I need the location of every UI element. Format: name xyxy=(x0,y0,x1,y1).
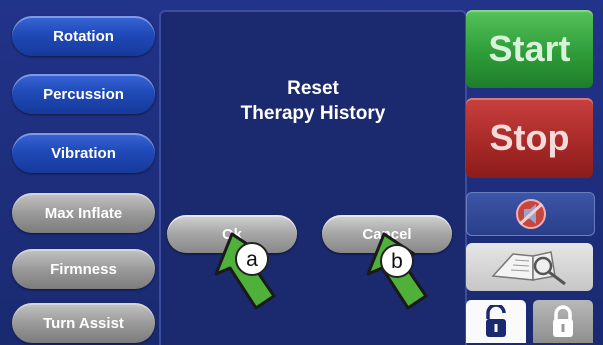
callout-b-letter: b xyxy=(391,249,403,273)
unlock-button[interactable] xyxy=(466,300,526,343)
rotation-button[interactable]: Rotation xyxy=(12,16,155,56)
stop-label: Stop xyxy=(489,117,570,158)
turn-assist-label: Turn Assist xyxy=(43,314,124,332)
stop-button[interactable]: Stop xyxy=(466,98,593,178)
manual-search-icon xyxy=(490,251,566,286)
turn-assist-button[interactable]: Turn Assist xyxy=(12,303,155,343)
start-button[interactable]: Start xyxy=(466,10,593,88)
dialog-title-line2: Therapy History xyxy=(240,103,386,124)
dialog-title-line1: Reset xyxy=(287,78,339,99)
therapy-screen: Rotation Percussion Vibration Max Inflat… xyxy=(0,0,603,345)
rotation-label: Rotation xyxy=(53,27,114,45)
locked-padlock-icon xyxy=(553,304,573,337)
lock-button[interactable] xyxy=(533,300,593,343)
unlocked-padlock-icon xyxy=(486,304,506,337)
alarm-silence-icon xyxy=(515,199,546,229)
max-inflate-label: Max Inflate xyxy=(44,204,123,222)
percussion-label: Percussion xyxy=(43,85,124,103)
vibration-button[interactable]: Vibration xyxy=(12,133,155,173)
max-inflate-button[interactable]: Max Inflate xyxy=(12,193,155,233)
callout-a-letter: a xyxy=(246,247,258,271)
firmness-button[interactable]: Firmness xyxy=(12,249,155,289)
percussion-button[interactable]: Percussion xyxy=(12,74,155,114)
firmness-label: Firmness xyxy=(50,260,117,278)
alarm-silence-button[interactable] xyxy=(466,192,595,236)
vibration-label: Vibration xyxy=(51,144,116,162)
manual-button[interactable] xyxy=(466,243,593,291)
callout-badge-a: a xyxy=(235,242,269,276)
callout-badge-b: b xyxy=(380,244,414,278)
start-label: Start xyxy=(488,28,571,69)
dialog-title: Reset Therapy History xyxy=(161,76,465,126)
